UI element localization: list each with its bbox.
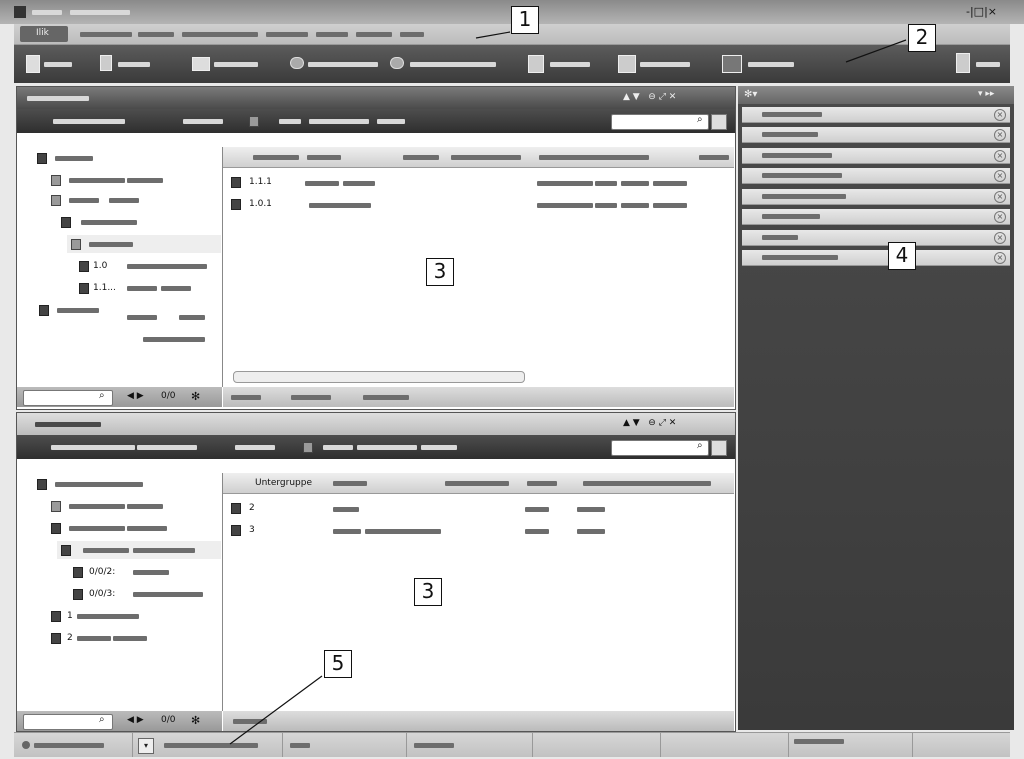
callout-label-3-lower: 3 xyxy=(414,578,442,606)
callout-label-2: 2 xyxy=(908,24,936,52)
callout-label-3-upper: 3 xyxy=(426,258,454,286)
callout-label-1: 1 xyxy=(511,6,539,34)
callout-label-4: 4 xyxy=(888,242,916,270)
callout-lines xyxy=(229,31,907,745)
callout-label-5: 5 xyxy=(324,650,352,678)
